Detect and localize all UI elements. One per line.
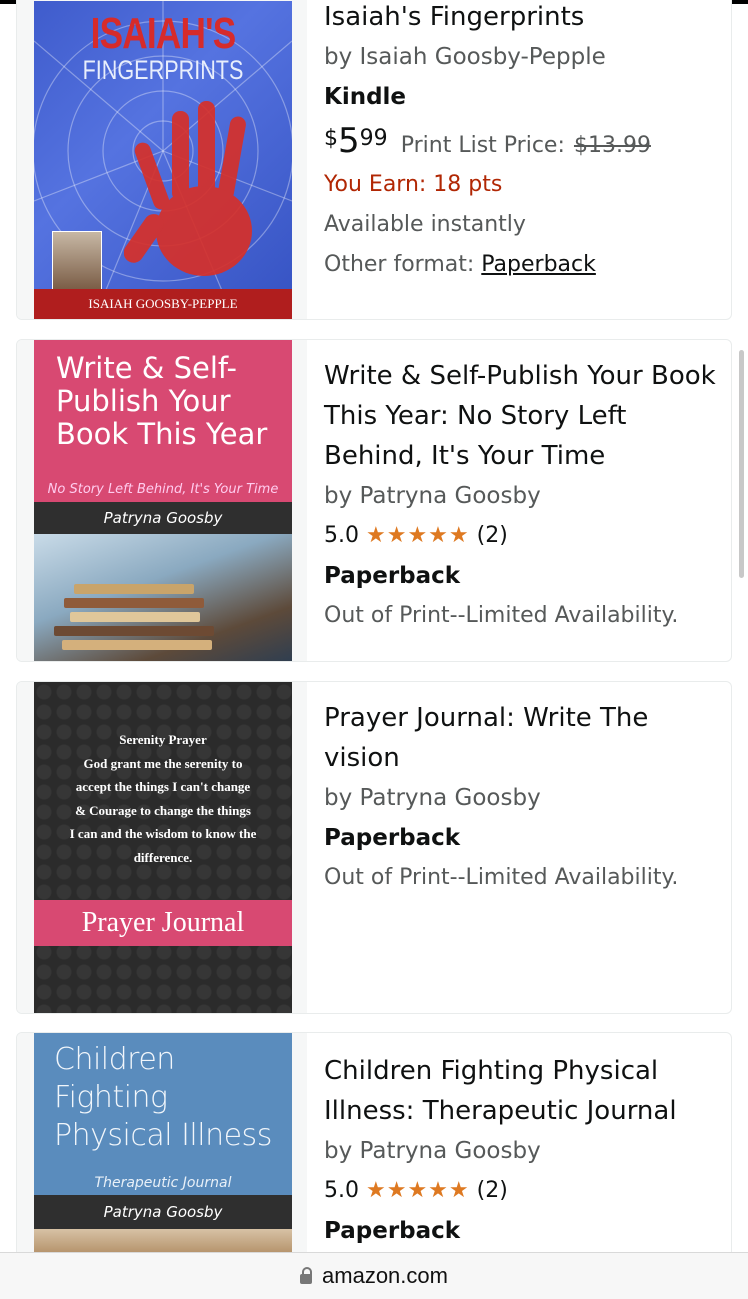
- product-card-write-self-publish[interactable]: Write & Self- Publish Your Book This Yea…: [16, 339, 732, 662]
- cover-title-line: Physical Illness: [54, 1118, 272, 1153]
- product-info: Isaiah's Fingerprints by Isaiah Goosby-P…: [324, 0, 721, 285]
- product-info: Prayer Journal: Write The vision by Patr…: [324, 698, 721, 898]
- other-format-row: Other format: Paperback: [324, 245, 721, 285]
- list-price-value: $13.99: [573, 133, 651, 158]
- rating-value: 5.0: [324, 523, 359, 548]
- cover-title-line: Write & Self-: [56, 351, 238, 385]
- cover-verse: Serenity Prayer God grant me the serenit…: [34, 728, 292, 869]
- product-format: Paperback: [324, 563, 461, 589]
- earn-points: You Earn: 18 pts: [324, 172, 503, 197]
- browser-address-bar[interactable]: amazon.com: [0, 1252, 748, 1299]
- cover-band: Prayer Journal: [34, 900, 292, 946]
- price-fraction: 99: [359, 126, 388, 151]
- verse-line: & Courage to change the things: [75, 802, 251, 818]
- rating-value: 5.0: [324, 1178, 359, 1203]
- product-author[interactable]: by Isaiah Goosby-Pepple: [324, 37, 721, 77]
- product-info: Children Fighting Physical Illness: Ther…: [324, 1051, 721, 1251]
- rating-count: (2): [476, 523, 508, 548]
- verse-line: God grant me the serenity to: [83, 755, 243, 771]
- availability-text: Available instantly: [324, 212, 526, 237]
- scrollbar[interactable]: [739, 350, 744, 578]
- product-author[interactable]: by Patryna Goosby: [324, 476, 721, 516]
- book-stack-graphic: [64, 598, 204, 608]
- product-card-children-fighting[interactable]: Children Fighting Physical Illness Thera…: [16, 1032, 732, 1272]
- title-line: Behind, It's Your Time: [324, 441, 606, 471]
- red-handprint-graphic: [124, 101, 252, 276]
- cover-author: Patryna Goosby: [34, 502, 292, 534]
- product-author[interactable]: by Patryna Goosby: [324, 778, 721, 818]
- book-stack-graphic: [62, 640, 212, 650]
- domain-text: amazon.com: [322, 1263, 448, 1288]
- title-line: Write & Self-Publish Your Book: [324, 361, 716, 391]
- address-domain[interactable]: amazon.com: [300, 1263, 448, 1288]
- cover-title: Children Fighting Physical Illness: [54, 1041, 272, 1155]
- cover-title-line: Children: [54, 1042, 175, 1077]
- title-line: Prayer Journal: Write The: [324, 703, 649, 733]
- price-symbol: $: [324, 126, 338, 151]
- rating-count: (2): [476, 1178, 508, 1203]
- verse-line: accept the things I can't change: [75, 779, 251, 794]
- other-format-label: Other format:: [324, 252, 475, 277]
- cover-title-line: Fighting: [54, 1080, 168, 1115]
- cover-photo-child: [52, 231, 102, 291]
- verse-line: difference.: [133, 849, 193, 865]
- rating-row[interactable]: 5.0 ★★★★★ (2): [324, 1171, 721, 1211]
- other-format-link[interactable]: Paperback: [481, 252, 596, 277]
- lock-icon: [300, 1267, 313, 1284]
- title-line: Illness: Therapeutic Journal: [324, 1096, 677, 1126]
- cover-subtitle: FINGERPRINTS: [82, 55, 244, 85]
- product-card-isaiahs-fingerprints[interactable]: ISAIAH'S FINGERPRINTS ISAIAH GOOSBY-PEPP…: [16, 0, 732, 320]
- verse-line: Serenity Prayer: [119, 732, 207, 747]
- title-line: Children Fighting Physical: [324, 1056, 659, 1086]
- product-title[interactable]: Isaiah's Fingerprints: [324, 0, 721, 37]
- star-rating-icon: ★★★★★: [366, 523, 470, 548]
- list-price-label: Print List Price:: [400, 133, 565, 158]
- cover-author: Patryna Goosby: [34, 1195, 292, 1229]
- product-card-prayer-journal[interactable]: Serenity Prayer God grant me the serenit…: [16, 681, 732, 1014]
- availability-text: Out of Print--Limited Availability.: [324, 603, 679, 628]
- book-stack-graphic: [70, 612, 200, 622]
- book-cover-children-fighting[interactable]: Children Fighting Physical Illness Thera…: [34, 1033, 292, 1257]
- book-stack-graphic: [74, 584, 194, 594]
- cover-subtitle: Therapeutic Journal: [94, 1175, 232, 1191]
- product-format: Paperback: [324, 1218, 461, 1244]
- cover-photo-books: [34, 534, 292, 661]
- product-title[interactable]: Prayer Journal: Write The vision: [324, 698, 721, 778]
- price-row: $599 Print List Price: $13.99: [324, 117, 721, 165]
- product-title[interactable]: Children Fighting Physical Illness: Ther…: [324, 1051, 721, 1131]
- book-stack-graphic: [54, 626, 214, 636]
- title-line: This Year: No Story Left: [324, 401, 627, 431]
- availability-text: Out of Print--Limited Availability.: [324, 865, 679, 890]
- book-cover-prayer-journal[interactable]: Serenity Prayer God grant me the serenit…: [34, 682, 292, 1013]
- cover-author-band: ISAIAH GOOSBY-PEPPLE: [34, 289, 292, 319]
- product-format: Paperback: [324, 825, 461, 851]
- rating-row[interactable]: 5.0 ★★★★★ (2): [324, 516, 721, 556]
- title-line: vision: [324, 743, 400, 773]
- cover-title-line: Book This Year: [56, 417, 268, 451]
- cover-title-line: Publish Your: [56, 384, 231, 418]
- book-cover-isaiahs-fingerprints[interactable]: ISAIAH'S FINGERPRINTS ISAIAH GOOSBY-PEPP…: [34, 1, 292, 319]
- cover-title: Write & Self- Publish Your Book This Yea…: [56, 352, 267, 451]
- price-whole: 5: [338, 121, 360, 161]
- verse-line: I can and the wisdom to know the: [69, 826, 257, 841]
- product-title[interactable]: Write & Self-Publish Your Book This Year…: [324, 356, 721, 476]
- product-author[interactable]: by Patryna Goosby: [324, 1131, 721, 1171]
- product-format: Kindle: [324, 84, 407, 110]
- cover-title: ISAIAH'S: [90, 9, 237, 58]
- product-info: Write & Self-Publish Your Book This Year…: [324, 356, 721, 636]
- star-rating-icon: ★★★★★: [366, 1178, 470, 1203]
- book-cover-write-self-publish[interactable]: Write & Self- Publish Your Book This Yea…: [34, 340, 292, 661]
- cover-subtitle: No Story Left Behind, It's Your Time: [47, 482, 279, 497]
